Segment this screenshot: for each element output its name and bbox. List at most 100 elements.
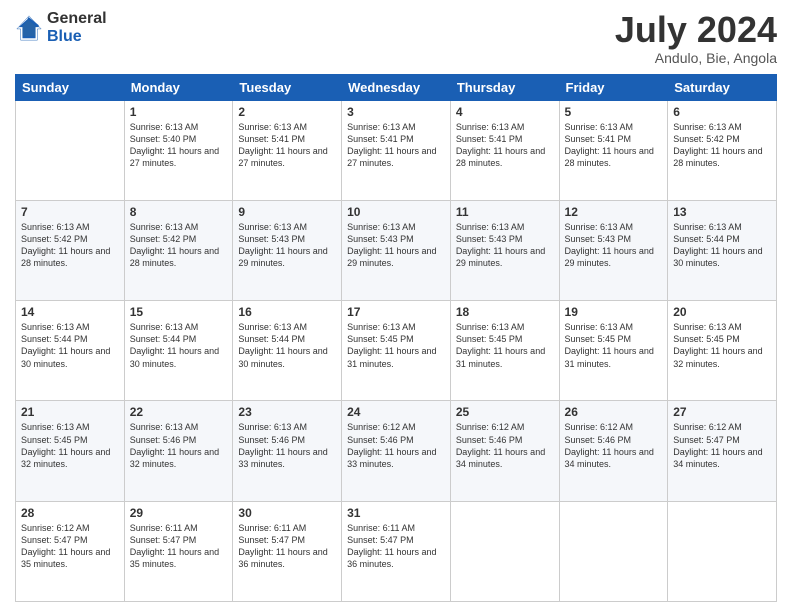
cell-details: Sunrise: 6:13 AM Sunset: 5:42 PM Dayligh… (673, 121, 771, 170)
table-cell: 22 Sunrise: 6:13 AM Sunset: 5:46 PM Dayli… (124, 401, 233, 501)
header: General Blue July 2024 Andulo, Bie, Ango… (15, 10, 777, 66)
day-number: 26 (565, 405, 663, 419)
day-number: 6 (673, 105, 771, 119)
day-number: 20 (673, 305, 771, 319)
cell-details: Sunrise: 6:13 AM Sunset: 5:41 PM Dayligh… (565, 121, 663, 170)
cell-details: Sunrise: 6:12 AM Sunset: 5:46 PM Dayligh… (565, 421, 663, 470)
cell-details: Sunrise: 6:11 AM Sunset: 5:47 PM Dayligh… (347, 522, 445, 571)
table-cell: 14 Sunrise: 6:13 AM Sunset: 5:44 PM Dayli… (16, 301, 125, 401)
week-row-4: 28Sunrise: 6:12 AM Sunset: 5:47 PM Dayli… (16, 501, 777, 601)
day-number: 25 (456, 405, 554, 419)
day-number: 3 (347, 105, 445, 119)
cell-details: Sunrise: 6:13 AM Sunset: 5:45 PM Dayligh… (347, 321, 445, 370)
table-cell: 21Sunrise: 6:13 AM Sunset: 5:45 PM Dayli… (16, 401, 125, 501)
table-cell (16, 100, 125, 200)
table-cell: 4Sunrise: 6:13 AM Sunset: 5:41 PM Daylig… (450, 100, 559, 200)
cell-details: Sunrise: 6:13 AM Sunset: 5:40 PM Dayligh… (130, 121, 228, 170)
day-number: 7 (21, 205, 119, 219)
logo-icon (15, 14, 43, 42)
header-friday: Friday (559, 74, 668, 100)
table-cell: 6 Sunrise: 6:13 AM Sunset: 5:42 PM Daylig… (668, 100, 777, 200)
table-cell: 11 Sunrise: 6:13 AM Sunset: 5:43 PM Dayli… (450, 200, 559, 300)
header-sunday: Sunday (16, 74, 125, 100)
location-text: Andulo, Bie, Angola (615, 50, 777, 66)
day-number: 31 (347, 506, 445, 520)
header-thursday: Thursday (450, 74, 559, 100)
cell-details: Sunrise: 6:11 AM Sunset: 5:47 PM Dayligh… (130, 522, 228, 571)
table-cell: 29 Sunrise: 6:11 AM Sunset: 5:47 PM Dayli… (124, 501, 233, 601)
day-number: 11 (456, 205, 554, 219)
table-cell: 26 Sunrise: 6:12 AM Sunset: 5:46 PM Dayli… (559, 401, 668, 501)
table-cell: 28Sunrise: 6:12 AM Sunset: 5:47 PM Dayli… (16, 501, 125, 601)
header-tuesday: Tuesday (233, 74, 342, 100)
day-number: 9 (238, 205, 336, 219)
table-cell: 18 Sunrise: 6:13 AM Sunset: 5:45 PM Dayli… (450, 301, 559, 401)
day-number: 21 (21, 405, 119, 419)
table-cell: 3Sunrise: 6:13 AM Sunset: 5:41 PM Daylig… (342, 100, 451, 200)
cell-details: Sunrise: 6:11 AM Sunset: 5:47 PM Dayligh… (238, 522, 336, 571)
cell-details: Sunrise: 6:12 AM Sunset: 5:46 PM Dayligh… (347, 421, 445, 470)
table-cell: 5 Sunrise: 6:13 AM Sunset: 5:41 PM Daylig… (559, 100, 668, 200)
calendar-table: Sunday Monday Tuesday Wednesday Thursday… (15, 74, 777, 602)
table-cell (559, 501, 668, 601)
table-cell: 31 Sunrise: 6:11 AM Sunset: 5:47 PM Dayli… (342, 501, 451, 601)
cell-details: Sunrise: 6:13 AM Sunset: 5:45 PM Dayligh… (456, 321, 554, 370)
day-number: 18 (456, 305, 554, 319)
table-cell: 7 Sunrise: 6:13 AM Sunset: 5:42 PM Daylig… (16, 200, 125, 300)
table-cell: 16 Sunrise: 6:13 AM Sunset: 5:44 PM Dayli… (233, 301, 342, 401)
day-number: 12 (565, 205, 663, 219)
day-number: 22 (130, 405, 228, 419)
table-cell: 30 Sunrise: 6:11 AM Sunset: 5:47 PM Dayli… (233, 501, 342, 601)
day-number: 17 (347, 305, 445, 319)
cell-details: Sunrise: 6:13 AM Sunset: 5:46 PM Dayligh… (130, 421, 228, 470)
table-cell: 23 Sunrise: 6:13 AM Sunset: 5:46 PM Dayli… (233, 401, 342, 501)
day-number: 19 (565, 305, 663, 319)
day-number: 29 (130, 506, 228, 520)
cell-details: Sunrise: 6:12 AM Sunset: 5:47 PM Dayligh… (673, 421, 771, 470)
cell-details: Sunrise: 6:13 AM Sunset: 5:44 PM Dayligh… (673, 221, 771, 270)
table-cell: 1 Sunrise: 6:13 AM Sunset: 5:40 PM Daylig… (124, 100, 233, 200)
page: General Blue July 2024 Andulo, Bie, Ango… (0, 0, 792, 612)
cell-details: Sunrise: 6:13 AM Sunset: 5:42 PM Dayligh… (21, 221, 119, 270)
day-number: 13 (673, 205, 771, 219)
cell-details: Sunrise: 6:13 AM Sunset: 5:43 PM Dayligh… (238, 221, 336, 270)
logo-blue-text: Blue (47, 28, 107, 46)
title-block: July 2024 Andulo, Bie, Angola (615, 10, 777, 66)
day-number: 27 (673, 405, 771, 419)
week-row-2: 14 Sunrise: 6:13 AM Sunset: 5:44 PM Dayli… (16, 301, 777, 401)
week-row-1: 7 Sunrise: 6:13 AM Sunset: 5:42 PM Daylig… (16, 200, 777, 300)
logo-general-text: General (47, 10, 107, 28)
table-cell: 19Sunrise: 6:13 AM Sunset: 5:45 PM Dayli… (559, 301, 668, 401)
day-number: 2 (238, 105, 336, 119)
header-wednesday: Wednesday (342, 74, 451, 100)
month-year-title: July 2024 (615, 10, 777, 50)
week-row-3: 21Sunrise: 6:13 AM Sunset: 5:45 PM Dayli… (16, 401, 777, 501)
cell-details: Sunrise: 6:13 AM Sunset: 5:41 PM Dayligh… (456, 121, 554, 170)
day-number: 14 (21, 305, 119, 319)
table-cell: 12Sunrise: 6:13 AM Sunset: 5:43 PM Dayli… (559, 200, 668, 300)
table-cell (668, 501, 777, 601)
week-row-0: 1 Sunrise: 6:13 AM Sunset: 5:40 PM Daylig… (16, 100, 777, 200)
day-number: 8 (130, 205, 228, 219)
cell-details: Sunrise: 6:13 AM Sunset: 5:44 PM Dayligh… (130, 321, 228, 370)
table-cell (450, 501, 559, 601)
day-number: 1 (130, 105, 228, 119)
cell-details: Sunrise: 6:13 AM Sunset: 5:46 PM Dayligh… (238, 421, 336, 470)
cell-details: Sunrise: 6:13 AM Sunset: 5:44 PM Dayligh… (21, 321, 119, 370)
cell-details: Sunrise: 6:12 AM Sunset: 5:46 PM Dayligh… (456, 421, 554, 470)
table-cell: 15Sunrise: 6:13 AM Sunset: 5:44 PM Dayli… (124, 301, 233, 401)
table-cell: 10Sunrise: 6:13 AM Sunset: 5:43 PM Dayli… (342, 200, 451, 300)
table-cell: 20Sunrise: 6:13 AM Sunset: 5:45 PM Dayli… (668, 301, 777, 401)
calendar-header-row: Sunday Monday Tuesday Wednesday Thursday… (16, 74, 777, 100)
cell-details: Sunrise: 6:13 AM Sunset: 5:42 PM Dayligh… (130, 221, 228, 270)
cell-details: Sunrise: 6:13 AM Sunset: 5:43 PM Dayligh… (347, 221, 445, 270)
day-number: 23 (238, 405, 336, 419)
cell-details: Sunrise: 6:13 AM Sunset: 5:43 PM Dayligh… (456, 221, 554, 270)
day-number: 30 (238, 506, 336, 520)
day-number: 16 (238, 305, 336, 319)
cell-details: Sunrise: 6:12 AM Sunset: 5:47 PM Dayligh… (21, 522, 119, 571)
table-cell: 24 Sunrise: 6:12 AM Sunset: 5:46 PM Dayli… (342, 401, 451, 501)
cell-details: Sunrise: 6:13 AM Sunset: 5:44 PM Dayligh… (238, 321, 336, 370)
day-number: 5 (565, 105, 663, 119)
day-number: 24 (347, 405, 445, 419)
